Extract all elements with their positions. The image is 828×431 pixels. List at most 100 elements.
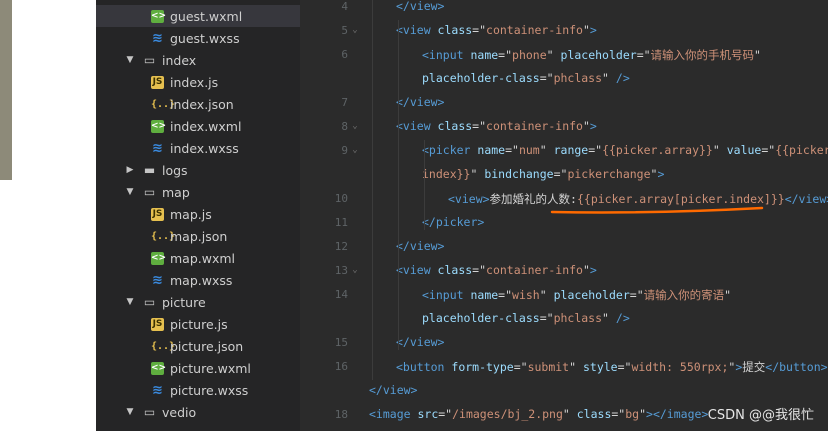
code-token: "	[724, 288, 732, 302]
code-token: /images/bj_2.png	[452, 407, 563, 421]
code-line[interactable]: placeholder-class="phclass" />	[422, 311, 630, 325]
chevron-down-icon[interactable]: ▼	[125, 55, 135, 65]
line-number: 4	[341, 0, 348, 13]
code-token: "	[470, 167, 485, 181]
tree-item-label: guest.wxss	[170, 30, 240, 46]
tree-file[interactable]: JS index.js	[96, 71, 300, 93]
code-token: placeholder	[560, 48, 637, 62]
code-line[interactable]: <input name="wish" placeholder="请输入你的寄语"	[422, 287, 731, 303]
code-token: 参加婚礼的人数:	[489, 192, 577, 206]
line-number: 10	[334, 192, 348, 205]
code-token: name	[470, 48, 499, 62]
code-line[interactable]: </view>	[396, 95, 444, 109]
line-number: 12	[334, 240, 348, 253]
tree-item-label: index.wxss	[170, 140, 239, 156]
chevron-down-icon[interactable]: ▼	[125, 187, 135, 197]
tree-file[interactable]: {..} map.json	[96, 225, 300, 247]
tree-file[interactable]: {..} picture.json	[96, 335, 300, 357]
code-line[interactable]: <picker name="num" range="{{picker.array…	[422, 143, 828, 157]
code-line[interactable]: <view class="container-info">	[396, 23, 597, 37]
code-line[interactable]: index}}" bindchange="pickerchange">	[422, 167, 664, 181]
tree-file[interactable]: JS map.js	[96, 203, 300, 225]
tree-file[interactable]: <> index.wxml	[96, 115, 300, 137]
code-token: />	[615, 71, 630, 85]
tree-file[interactable]: ≋ map.wxss	[96, 269, 300, 291]
line-number: 13	[334, 264, 348, 277]
code-token: </view>	[396, 239, 445, 253]
tree-file[interactable]: ≋ index.wxss	[96, 137, 300, 159]
code-editor[interactable]: 4 </view> 5 ⌄ <view class="container-info"> 6…	[300, 0, 828, 431]
code-token: class	[437, 263, 473, 277]
code-token: bg	[625, 407, 640, 421]
code-line[interactable]: </view>	[396, 0, 444, 13]
wxss-file-icon: ≋	[152, 30, 163, 46]
tree-file[interactable]: <> guest.wxml	[96, 5, 300, 27]
wxml-file-icon: <>	[151, 119, 167, 133]
tree-folder[interactable]: ▼ ▭ map	[96, 181, 300, 203]
code-token: >	[589, 23, 597, 37]
tree-item-label: index.js	[170, 74, 219, 90]
tree-file[interactable]: ≋ guest.wxss	[96, 27, 300, 49]
tree-file[interactable]: ≋ picture.wxss	[96, 379, 300, 401]
tree-folder[interactable]: ▶ ▬ logs	[96, 159, 300, 181]
chevron-down-icon[interactable]: ▼	[125, 407, 135, 417]
json-file-icon: {..}	[151, 230, 176, 242]
code-token: ="	[539, 71, 554, 85]
code-line[interactable]: </view>	[396, 335, 444, 349]
code-token: value	[726, 143, 762, 157]
code-line[interactable]: </view>	[369, 383, 417, 397]
code-token: </button>	[765, 360, 828, 374]
code-line[interactable]: <button form-type="submit" style="width:…	[396, 359, 828, 375]
code-token: 请输入你的寄语	[643, 288, 725, 302]
tree-item-label: picture	[162, 294, 206, 310]
code-line[interactable]: <image src="/images/bj_2.png" class="bg"…	[369, 407, 708, 421]
tree-file[interactable]: <> map.wxml	[96, 247, 300, 269]
code-token: "	[754, 48, 761, 62]
fold-toggle-icon[interactable]: ⌄	[350, 121, 360, 131]
code-token: submit	[527, 360, 570, 374]
tree-file[interactable]: {..} index.json	[96, 93, 300, 115]
chevron-down-icon[interactable]: ▼	[125, 297, 135, 307]
code-line[interactable]: <view>参加婚礼的人数:{{picker.array[picker.inde…	[448, 191, 828, 207]
json-file-icon: {..}	[151, 340, 176, 352]
code-token: ="	[472, 23, 487, 37]
tree-file[interactable]: JS picture.js	[96, 313, 300, 335]
code-token: "	[569, 360, 583, 374]
code-token: style	[582, 360, 618, 374]
code-token: pickerchange	[567, 167, 651, 181]
csdn-watermark: CSDN @@我很忙	[707, 408, 814, 423]
tree-folder[interactable]: ▼ ▭ picture	[96, 291, 300, 313]
folder-open-icon: ▭	[143, 52, 156, 67]
chevron-right-icon[interactable]: ▶	[125, 165, 135, 175]
tree-item-label: vedio	[162, 404, 197, 420]
fold-toggle-icon[interactable]: ⌄	[350, 145, 360, 155]
code-token: ="	[636, 48, 651, 62]
code-line[interactable]: <input name="phone" placeholder="请输入你的手机…	[422, 47, 761, 63]
line-number: 7	[341, 96, 348, 109]
code-token: ="	[761, 143, 776, 157]
tree-item-label: index	[162, 52, 197, 68]
tree-item-label: picture.js	[170, 316, 228, 332]
fold-toggle-icon[interactable]: ⌄	[350, 25, 360, 35]
code-token: <input	[422, 48, 471, 62]
tree-folder[interactable]: ▼ ▭ index	[96, 49, 300, 71]
tree-file[interactable]: <> picture.wxml	[96, 357, 300, 379]
code-line[interactable]: <view class="container-info">	[396, 119, 597, 133]
code-line[interactable]: </view>	[396, 239, 444, 253]
code-line[interactable]: placeholder-class="phclass" />	[422, 71, 630, 85]
code-token: name	[477, 143, 506, 157]
code-line[interactable]: </picker>	[422, 215, 484, 229]
fold-toggle-icon[interactable]: ⌄	[350, 265, 360, 275]
tree-folder[interactable]: ▼ ▭ vedio	[96, 401, 300, 423]
code-token: "	[562, 407, 577, 421]
tree-item-label: map.wxml	[170, 250, 236, 266]
code-token: bindchange	[484, 167, 554, 181]
code-token: class	[576, 407, 612, 421]
code-token: placeholder-class	[422, 311, 540, 325]
code-line[interactable]: <view class="container-info">	[396, 263, 597, 277]
code-token: ="	[472, 263, 487, 277]
code-token: "	[539, 143, 554, 157]
wxss-file-icon: ≋	[152, 382, 163, 398]
indent-guide	[424, 140, 425, 230]
js-file-icon: JS	[151, 207, 164, 221]
